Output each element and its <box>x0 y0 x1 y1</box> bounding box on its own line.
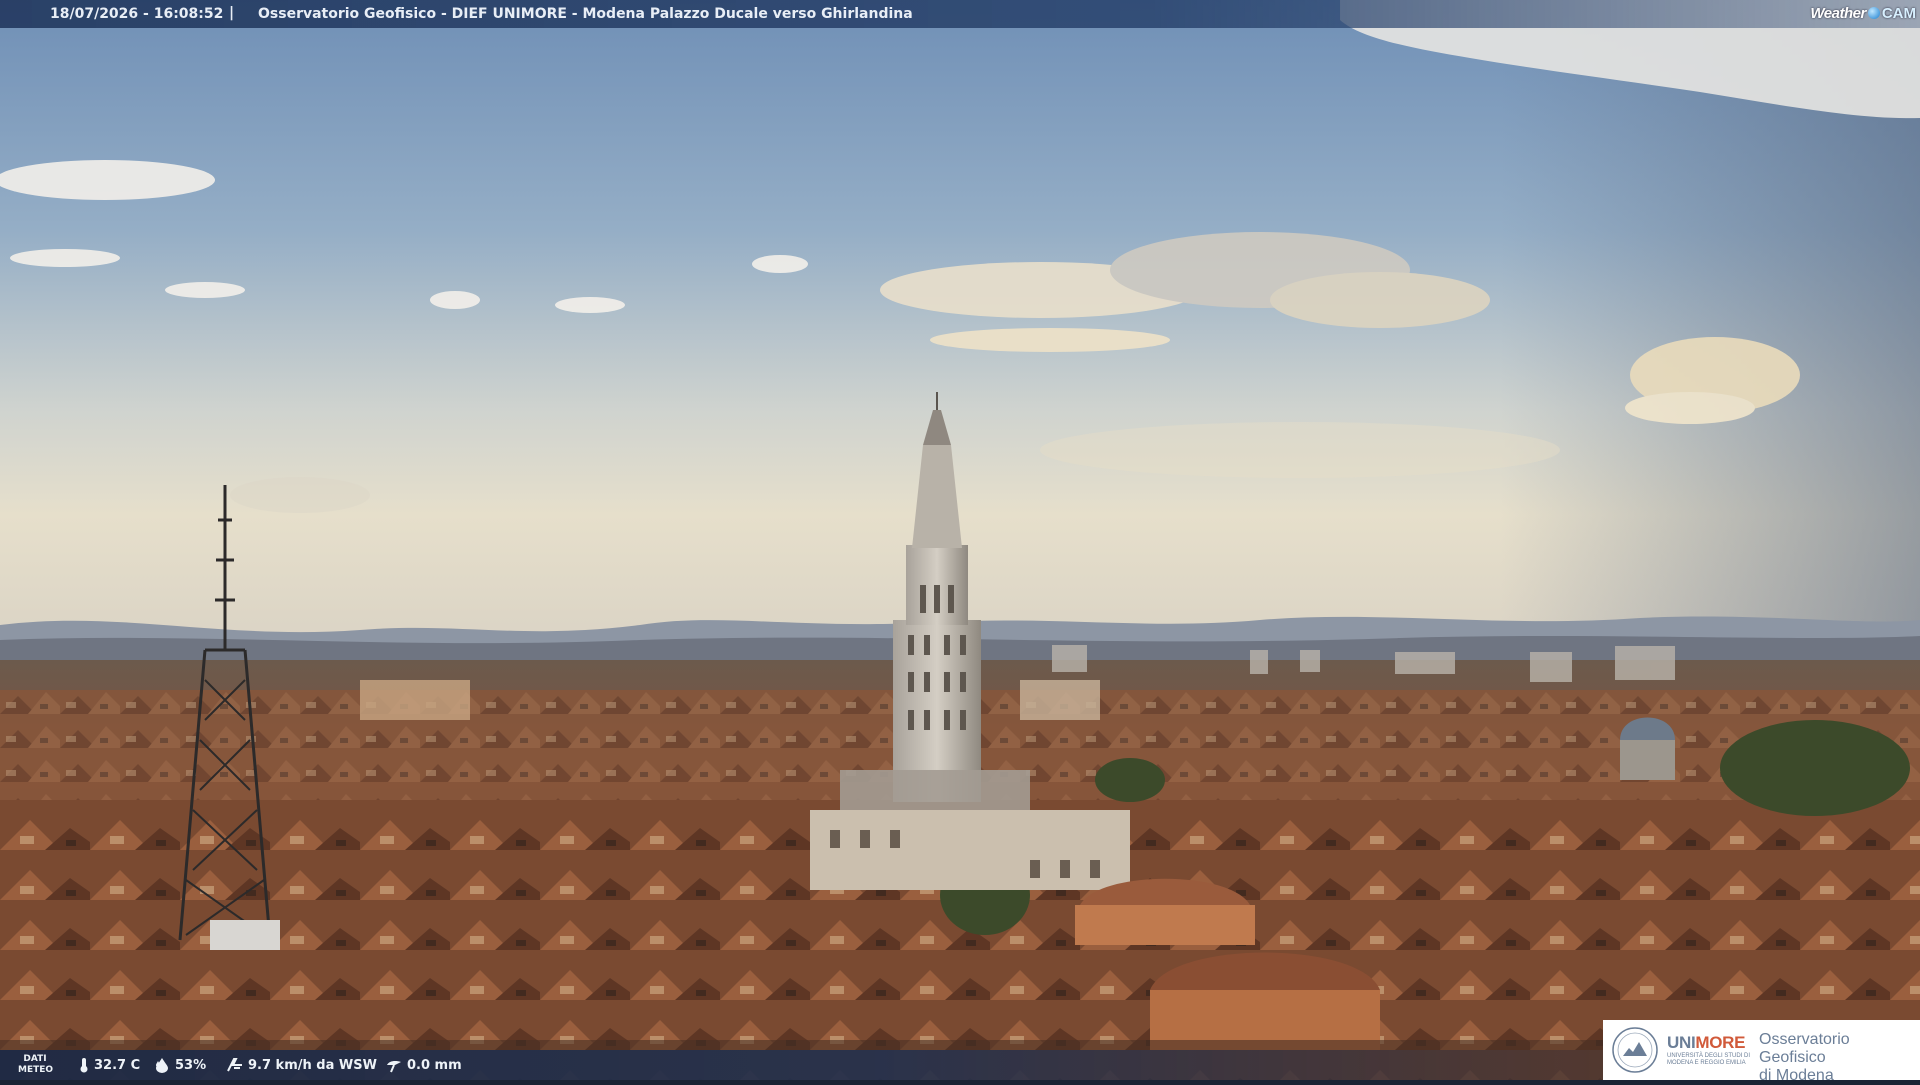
observatory-line1: Osservatorio Geofisico <box>1759 1031 1850 1066</box>
weather-data-bar: DATI METEO 32.7 C 53% 9.7 km/h da WSW 0.… <box>0 1050 1605 1080</box>
humidity-drop-icon <box>156 1058 168 1073</box>
unimore-subtitle: UNIVERSITÀ DEGLI STUDI DI MODENA E REGGI… <box>1667 1053 1751 1066</box>
brand-weather: Weather <box>1810 4 1866 22</box>
wind-reading: 9.7 km/h da WSW <box>226 1057 377 1073</box>
webcam-scene <box>0 0 1920 1080</box>
brand-globe-icon <box>1867 7 1880 19</box>
humidity-reading: 53% <box>153 1057 206 1073</box>
unimore-wordmark: UNIMORE <box>1667 1033 1746 1053</box>
wind-icon <box>227 1058 242 1072</box>
camera-title: Osservatorio Geofisico - DIEF UNIMORE - … <box>258 6 913 22</box>
weathercam-logo: Weather CAM <box>1810 2 1916 24</box>
top-overlay-bar: 18/07/2026 - 16:08:52 | Osservatorio Geo… <box>0 0 1920 28</box>
rain-reading: 0.0 mm <box>385 1057 462 1073</box>
thermometer-icon <box>80 1058 88 1073</box>
rain-value: 0.0 mm <box>407 1057 462 1073</box>
unimore-part2: MORE <box>1695 1033 1746 1052</box>
dati-label-line1: DATI <box>23 1054 47 1064</box>
rain-gauge-icon <box>387 1061 401 1073</box>
timestamp: 18/07/2026 - 16:08:52 <box>50 6 224 22</box>
dati-meteo-label: DATI METEO <box>18 1054 54 1076</box>
brand-cam: CAM <box>1881 4 1916 22</box>
wind-value: 9.7 km/h da WSW <box>248 1057 377 1073</box>
temperature-value: 32.7 C <box>94 1057 141 1073</box>
observatory-line2: di Modena <box>1759 1067 1834 1084</box>
humidity-value: 53% <box>175 1057 207 1073</box>
dati-label-line2: METEO <box>18 1065 54 1075</box>
separator: | <box>229 5 235 21</box>
unimore-part1: UNI <box>1667 1033 1696 1052</box>
observatory-name: Osservatorio Geofisico di Modena <box>1759 1031 1920 1085</box>
university-seal-icon <box>1612 1027 1658 1073</box>
temperature-reading: 32.7 C <box>78 1057 140 1073</box>
unimore-logo-panel: UNIMORE UNIVERSITÀ DEGLI STUDI DI MODENA… <box>1603 1020 1920 1084</box>
